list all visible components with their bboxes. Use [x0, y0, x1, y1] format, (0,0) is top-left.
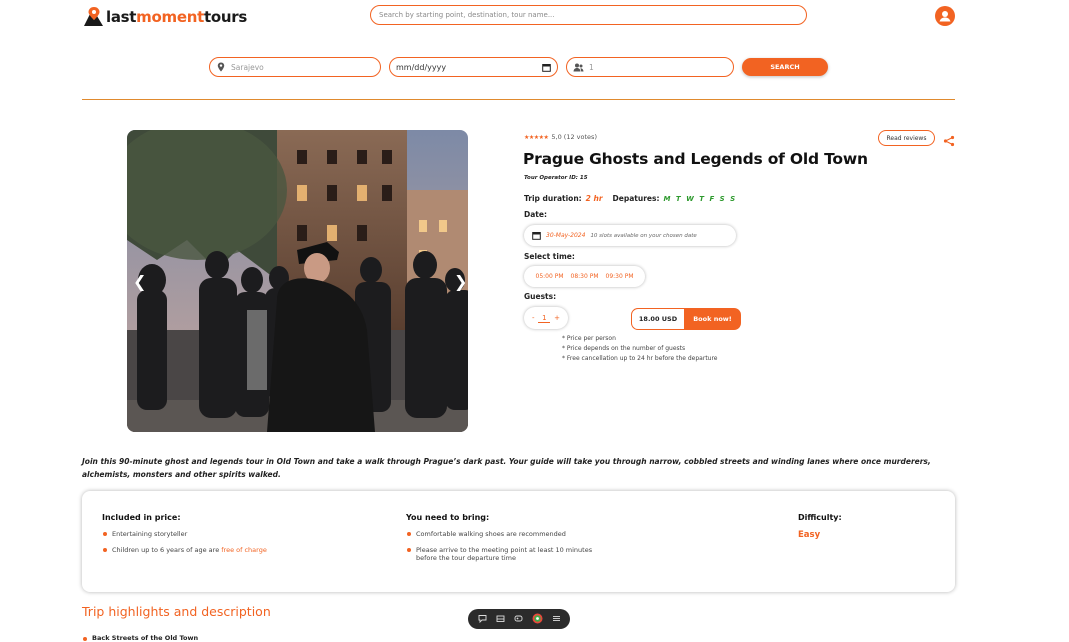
read-reviews-button[interactable]: Read reviews [878, 130, 935, 146]
price-notes: * Price per person * Price depends on th… [562, 334, 718, 364]
calendar-icon [532, 232, 541, 240]
difficulty-column: Difficulty: Easy [798, 513, 842, 540]
logo[interactable]: lastmomenttours [82, 5, 247, 29]
price-note: * Price per person [562, 335, 616, 342]
time-option[interactable]: 09:30 PM [606, 273, 634, 280]
trip-duration: Trip duration: 2 hr Depatures: M T W T F… [524, 194, 737, 203]
included-title: Included in price: [102, 513, 181, 522]
time-option[interactable]: 05:00 PM [536, 273, 564, 280]
date-field[interactable]: mm/dd/yyyy [389, 57, 558, 77]
top-search-input[interactable]: Search by starting point, destination, t… [370, 5, 807, 25]
bring-title: You need to bring: [406, 513, 490, 522]
guests-icon [573, 63, 584, 71]
inbox-icon[interactable] [496, 614, 505, 625]
menu-icon[interactable] [552, 614, 561, 625]
selected-date: 30-May-2024 [546, 232, 586, 239]
guests-field[interactable]: 1 [566, 57, 734, 77]
included-item: Children up to 6 years of age are free o… [102, 546, 267, 554]
increment-button[interactable]: + [554, 314, 560, 322]
guests-quantity[interactable]: 1 [538, 314, 551, 323]
bring-column: You need to bring: Comfortable walking s… [406, 513, 592, 570]
bring-item: Please arrive to the meeting point at le… [406, 546, 592, 562]
bring-item-text: before the tour departure time [416, 554, 516, 562]
date-label: Date: [524, 210, 547, 219]
date-placeholder: mm/dd/yyyy [396, 62, 447, 72]
book-now-button[interactable]: Book now! [684, 308, 741, 330]
calendar-icon[interactable] [542, 63, 551, 72]
guests-label: Guests: [524, 292, 557, 301]
time-option[interactable]: 08:30 PM [571, 273, 599, 280]
rating-text: 5,0 (12 votes) [551, 133, 597, 141]
share-icon[interactable] [943, 132, 955, 147]
departures-label: Depatures: [612, 194, 660, 203]
logo-text-part3: tours [203, 8, 247, 26]
user-account-icon[interactable] [935, 6, 955, 26]
rating: ★★★★★ 5,0 (12 votes) [524, 133, 597, 141]
floating-toolbar [468, 609, 570, 629]
star-rating-icon: ★★★★★ [524, 133, 549, 141]
map-pin-logo-icon [82, 6, 104, 28]
logo-text-part2: moment [136, 8, 204, 26]
logo-text-part1: last [106, 8, 137, 26]
select-time-label: Select time: [524, 252, 575, 261]
price-booking: 18.00 USD Book now! [631, 308, 741, 330]
difficulty-title: Difficulty: [798, 513, 842, 522]
location-pin-icon [217, 62, 225, 72]
duration-label: Trip duration: [524, 194, 582, 203]
bring-item-text: Comfortable walking shoes are recommende… [416, 530, 566, 538]
included-item: Entertaining storyteller [102, 530, 267, 538]
logo-text: lastmomenttours [106, 8, 247, 26]
highlight-item: Back Streets of the Old Town [82, 634, 198, 642]
included-column: Included in price: Entertaining storytel… [102, 513, 267, 562]
price-note: * Price depends on the number of guests [562, 345, 686, 352]
slots-available: 10 slots available on your chosen date [590, 232, 697, 239]
guests-placeholder: 1 [589, 62, 594, 72]
duration-value: 2 hr [585, 194, 603, 203]
top-search-placeholder: Search by starting point, destination, t… [379, 11, 555, 19]
difficulty-value: Easy [798, 530, 821, 540]
highlights-title: Trip highlights and description [82, 604, 271, 619]
tour-info-box: Included in price: Entertaining storytel… [82, 491, 955, 592]
tour-operator: Tour Operator ID: 15 [524, 175, 588, 181]
gallery-prev-icon[interactable]: ❮ [133, 272, 146, 291]
included-item-text: Entertaining storyteller [112, 530, 188, 538]
bring-item: Comfortable walking shoes are recommende… [406, 530, 592, 538]
location-field[interactable]: Sarajevo [209, 57, 381, 77]
chat-icon[interactable] [478, 614, 487, 625]
tour-description: Join this 90-minute ghost and legends to… [82, 457, 931, 479]
tour-title: Prague Ghosts and Legends of Old Town [523, 150, 868, 168]
decrement-button[interactable]: - [532, 314, 535, 322]
tag-icon[interactable] [514, 614, 523, 625]
included-item-text: Children up to 6 years of age are [112, 546, 222, 554]
tour-photo [127, 130, 468, 432]
location-placeholder: Sarajevo [231, 62, 264, 72]
date-picker[interactable]: 30-May-2024 10 slots available on your c… [524, 225, 736, 246]
time-options: 05:00 PM 08:30 PM 09:30 PM [524, 266, 645, 287]
search-button[interactable]: SEARCH [742, 58, 828, 76]
gallery-next-icon[interactable]: ❯ [454, 272, 467, 291]
app-logo-icon[interactable] [532, 613, 543, 626]
bring-item-text: Please arrive to the meeting point at le… [416, 546, 593, 554]
departures-days: M T W T F S S [663, 195, 737, 203]
header-divider [82, 99, 955, 100]
guests-stepper: - 1 + [524, 307, 568, 329]
free-of-charge-text: free of charge [221, 546, 267, 554]
price-value: 18.00 USD [631, 308, 684, 330]
price-note: * Free cancellation up to 24 hr before t… [562, 355, 718, 362]
